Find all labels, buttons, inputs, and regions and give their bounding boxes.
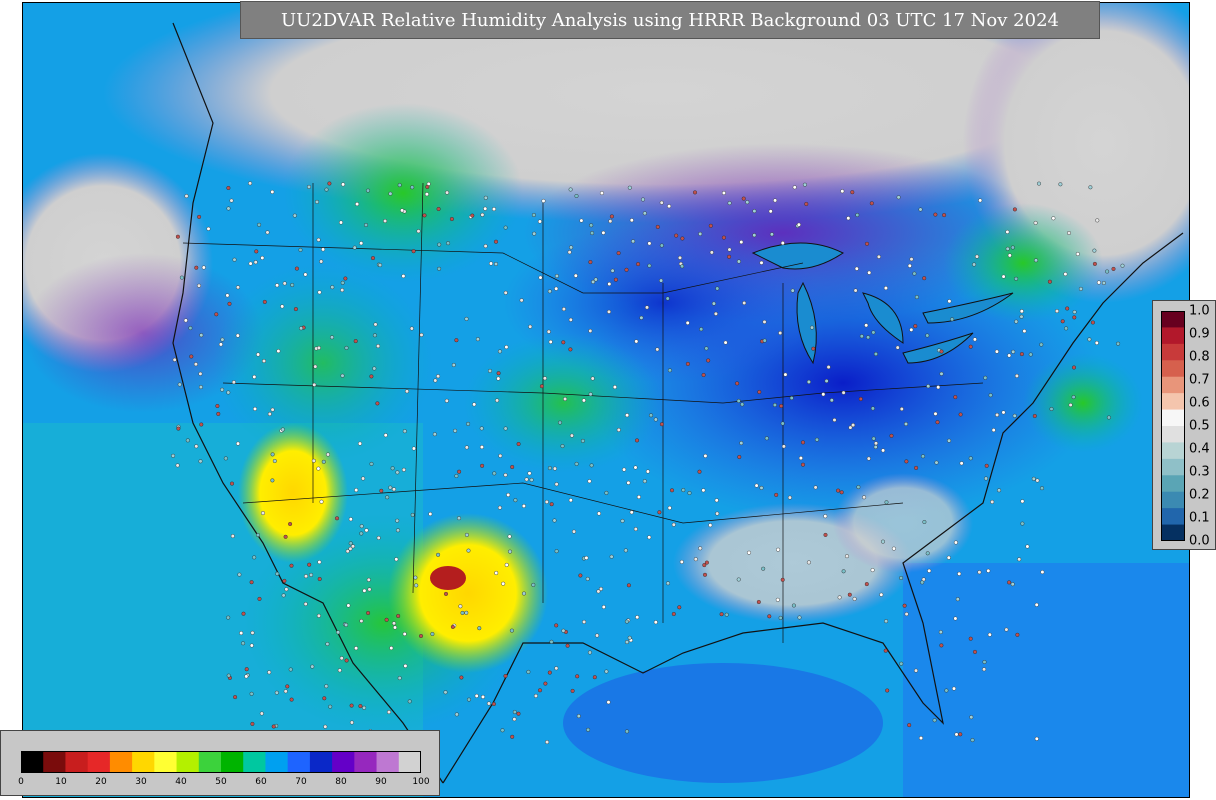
colorbar-swatch	[1161, 524, 1185, 541]
colorbar-tick-label: 1.0	[1189, 303, 1210, 319]
map-panel	[22, 2, 1190, 798]
map-title: UU2DVAR Relative Humidity Analysis using…	[240, 1, 1100, 39]
colorbar-swatch	[1161, 343, 1185, 361]
colorbar-tick-label: 0.1	[1189, 510, 1210, 526]
colorbar-tick-label: 0.4	[1189, 441, 1210, 457]
colorbar-swatch	[21, 751, 44, 773]
colorbar-swatch	[309, 751, 333, 773]
colorbar-swatch	[1161, 393, 1185, 411]
colorbar-tick-label: 100	[412, 777, 430, 787]
colorbar-tick-label: 20	[95, 777, 107, 787]
colorbar-swatch	[1161, 426, 1185, 443]
colorbar-tick-label: 0.5	[1189, 418, 1210, 434]
colorbar-swatch	[109, 751, 133, 773]
colorbar-tick-label: 0.6	[1189, 395, 1210, 411]
humidity-colorbar-gradient	[21, 751, 421, 773]
colorbar-swatch	[198, 751, 222, 773]
colorbar-swatch	[1161, 360, 1185, 378]
colorbar-swatch	[132, 751, 155, 773]
colorbar-swatch	[65, 751, 89, 773]
colorbar-tick-label: 70	[295, 777, 307, 787]
colorbar-tick-label: 40	[175, 777, 187, 787]
colorbar-swatch	[87, 751, 111, 773]
colorbar-tick-label: 0.9	[1189, 326, 1210, 342]
colorbar-swatch	[1161, 409, 1185, 427]
colorbar-tick-label: 0.7	[1189, 372, 1210, 388]
colorbar-swatch	[1161, 458, 1185, 476]
colorbar-swatch	[176, 751, 200, 773]
colorbar-tick-label: 60	[255, 777, 267, 787]
colorbar-swatch	[1161, 327, 1185, 345]
humidity-map	[23, 3, 1189, 797]
colorbar-swatch	[154, 751, 178, 773]
increment-colorbar-gradient	[1161, 311, 1185, 541]
colorbar-tick-label: 10	[55, 777, 67, 787]
humidity-colorbar: 0 10 20 30 40 50 60 70 80 90 100	[0, 730, 440, 796]
colorbar-swatch	[398, 751, 421, 773]
colorbar-swatch	[243, 751, 266, 773]
colorbar-tick-label: 50	[215, 777, 227, 787]
colorbar-swatch	[354, 751, 378, 773]
colorbar-swatch	[332, 751, 355, 773]
colorbar-swatch	[1161, 376, 1185, 394]
colorbar-swatch	[376, 751, 400, 773]
colorbar-swatch	[1161, 508, 1185, 526]
colorbar-tick-label: 30	[135, 777, 147, 787]
colorbar-tick-label: 0.0	[1189, 533, 1210, 549]
colorbar-tick-label: 90	[375, 777, 387, 787]
colorbar-swatch	[1161, 311, 1185, 328]
colorbar-swatch	[1161, 475, 1185, 493]
colorbar-tick-label: 80	[335, 777, 347, 787]
colorbar-swatch	[1161, 442, 1185, 460]
colorbar-swatch	[287, 751, 311, 773]
colorbar-swatch	[43, 751, 66, 773]
colorbar-tick-label: 0.3	[1189, 464, 1210, 480]
colorbar-tick-label: 0.2	[1189, 487, 1210, 503]
colorbar-tick-label: 0.8	[1189, 349, 1210, 365]
colorbar-swatch	[265, 751, 289, 773]
colorbar-swatch	[221, 751, 244, 773]
increment-colorbar: 1.0 0.9 0.8 0.7 0.6 0.5 0.4 0.3 0.2 0.1 0.0	[1152, 300, 1216, 550]
colorbar-tick-label: 0	[18, 777, 24, 787]
colorbar-swatch	[1161, 491, 1185, 509]
